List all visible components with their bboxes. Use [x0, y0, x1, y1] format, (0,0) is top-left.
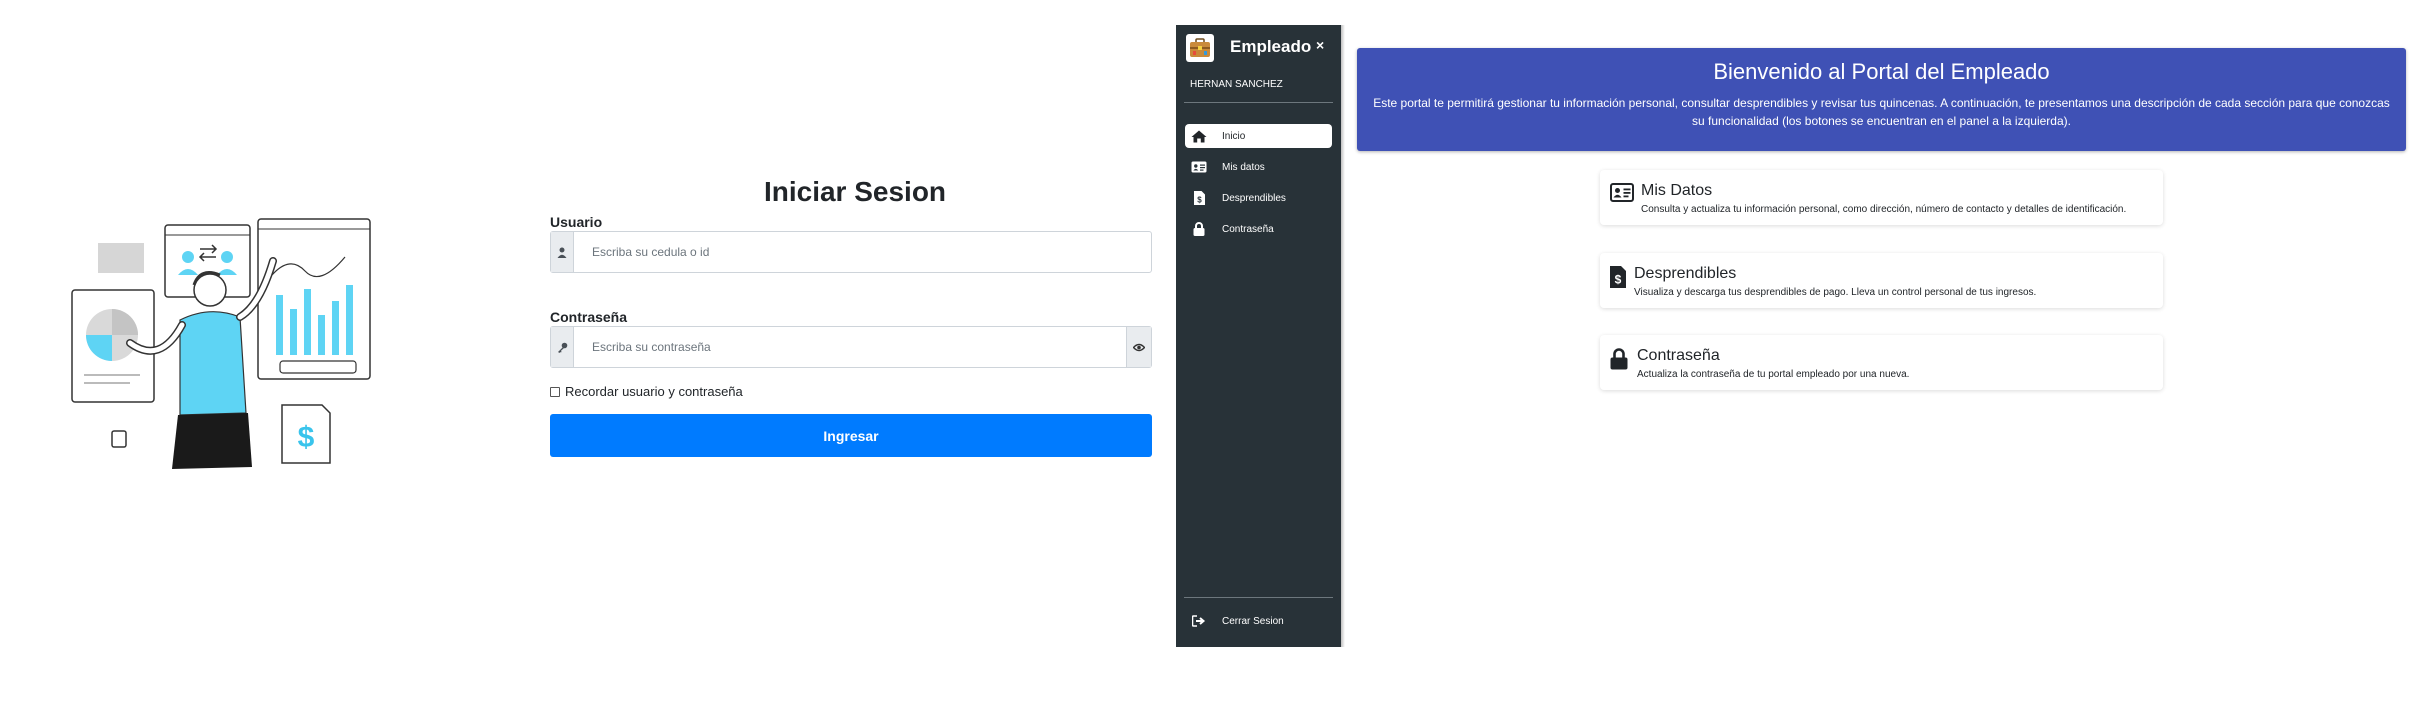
lock-icon	[1190, 222, 1208, 236]
svg-text:$: $	[298, 421, 315, 454]
sidebar-item-label: Inicio	[1222, 130, 1246, 142]
id-card-icon	[1610, 183, 1634, 207]
sidebar-item-label: Desprendibles	[1222, 192, 1286, 204]
card-description: Consulta y actualiza tu información pers…	[1641, 204, 2127, 215]
card-title: Contraseña	[1637, 347, 1720, 364]
home-icon	[1190, 130, 1208, 143]
key-icon	[551, 327, 574, 367]
banner-description: Este portal te permitirá gestionar tu in…	[1373, 96, 2390, 128]
remember-checkbox[interactable]	[550, 386, 560, 397]
file-invoice-dollar-icon: $	[1610, 266, 1626, 293]
svg-text:$: $	[1197, 196, 1202, 205]
sidebar-title: Empleado	[1230, 37, 1312, 56]
username-input-group	[550, 231, 1152, 273]
sidebar-item-contrasena[interactable]: Contraseña	[1185, 217, 1332, 241]
remember-row: Recordar usuario y contraseña	[550, 384, 743, 399]
close-icon[interactable]: ×	[1316, 37, 1324, 53]
username-input[interactable]	[574, 232, 1151, 272]
remember-label: Recordar usuario y contraseña	[565, 384, 743, 399]
password-input-group	[550, 326, 1152, 368]
login-title: Iniciar Sesion	[763, 176, 947, 207]
sign-out-icon	[1190, 615, 1208, 627]
card-title: Desprendibles	[1634, 265, 1737, 282]
logout-button[interactable]: Cerrar Sesion	[1185, 609, 1332, 633]
sidebar: Empleado × HERNAN SANCHEZ Inicio Mis dat…	[1176, 25, 1341, 647]
divider	[1184, 102, 1333, 103]
sidebar-item-mis-datos[interactable]: Mis datos	[1185, 155, 1332, 179]
welcome-banner: Bienvenido al Portal del Empleado Este p…	[1357, 48, 2406, 151]
card-mis-datos: Mis Datos Consulta y actualiza tu inform…	[1600, 170, 2163, 225]
sidebar-item-desprendibles[interactable]: $ Desprendibles	[1185, 186, 1332, 210]
card-contrasena: Contraseña Actualiza la contraseña de tu…	[1600, 335, 2163, 390]
id-card-icon	[1190, 161, 1208, 173]
card-description: Actualiza la contraseña de tu portal emp…	[1637, 369, 1910, 380]
card-title: Mis Datos	[1641, 182, 1713, 199]
password-input[interactable]	[574, 327, 1126, 367]
svg-text:$: $	[1615, 273, 1622, 287]
password-label: Contraseña	[550, 309, 628, 325]
user-icon	[551, 232, 574, 272]
show-password-eye-icon[interactable]	[1126, 327, 1151, 367]
briefcase-logo-icon	[1186, 34, 1214, 62]
divider	[1184, 597, 1333, 598]
file-invoice-dollar-icon: $	[1190, 191, 1208, 205]
banner-title: Bienvenido al Portal del Empleado	[1713, 59, 2050, 84]
lock-icon	[1610, 348, 1628, 375]
card-desprendibles: $ Desprendibles Visualiza y descarga tus…	[1600, 253, 2163, 308]
logout-label: Cerrar Sesion	[1222, 615, 1284, 627]
sidebar-item-label: Mis datos	[1222, 161, 1265, 173]
sidebar-shadow	[1341, 25, 1345, 647]
card-description: Visualiza y descarga tus desprendibles d…	[1634, 287, 2037, 298]
user-name: HERNAN SANCHEZ	[1190, 79, 1283, 90]
login-button[interactable]: Ingresar	[550, 414, 1152, 457]
sidebar-item-label: Contraseña	[1222, 223, 1274, 235]
username-label: Usuario	[550, 214, 603, 230]
login-illustration: $	[60, 205, 390, 475]
sidebar-item-inicio[interactable]: Inicio	[1185, 124, 1332, 148]
